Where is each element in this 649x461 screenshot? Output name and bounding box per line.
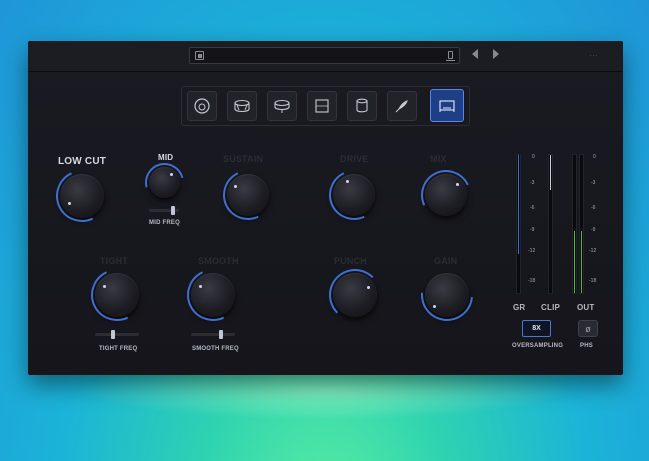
smooth-freq-slider[interactable] bbox=[191, 330, 235, 339]
scale-mid-0: 0 bbox=[532, 154, 535, 160]
tom-drum-icon bbox=[274, 99, 290, 113]
drum-overhead-icon bbox=[439, 99, 455, 112]
hand-drum-icon bbox=[356, 98, 368, 113]
gain-ring bbox=[410, 258, 484, 332]
scale-out-1: -3 bbox=[591, 180, 596, 186]
kick-drum-icon bbox=[194, 98, 210, 114]
mode-button-kick[interactable] bbox=[187, 91, 217, 121]
tight-freq-thumb[interactable] bbox=[111, 330, 115, 339]
plugin-window: ··· LOW CUT MID SUSTAIN DRIVE MIX MID FR… bbox=[28, 41, 623, 375]
scale-out-2: -6 bbox=[591, 205, 596, 211]
low-cut-knob[interactable] bbox=[48, 162, 116, 230]
oversampling-button[interactable]: 8X bbox=[522, 320, 551, 337]
scale-mid-4: -12 bbox=[528, 248, 536, 254]
smooth-label: SMOOTH bbox=[198, 256, 239, 266]
tight-freq-label: TIGHT FREQ bbox=[99, 346, 138, 352]
smooth-indicator bbox=[199, 285, 202, 288]
drive-label: DRIVE bbox=[340, 154, 369, 164]
clip-meter-fill bbox=[550, 155, 551, 190]
scale-mid-3: -9 bbox=[530, 227, 535, 233]
mix-label: MIX bbox=[430, 154, 447, 164]
mid-freq-slider[interactable] bbox=[149, 206, 179, 215]
tight-label: TIGHT bbox=[100, 256, 128, 266]
low-cut-indicator bbox=[68, 202, 71, 205]
menu-icon[interactable]: ··· bbox=[589, 50, 605, 60]
clip-label: CLIP bbox=[541, 303, 561, 312]
mode-button-frame[interactable] bbox=[307, 91, 337, 121]
phase-label: PHS bbox=[580, 343, 593, 349]
scale-out-3: -9 bbox=[591, 227, 596, 233]
low-cut-ring bbox=[48, 162, 116, 230]
frame-icon bbox=[315, 99, 329, 113]
smooth-knob[interactable] bbox=[179, 261, 247, 329]
scale-mid-5: -18 bbox=[528, 278, 536, 284]
mode-button-hand-drum[interactable] bbox=[347, 91, 377, 121]
scale-mid-2: -6 bbox=[530, 205, 535, 211]
punch-ring bbox=[329, 269, 381, 321]
gr-label: GR bbox=[513, 303, 526, 312]
mid-ring bbox=[137, 155, 192, 210]
feather-icon bbox=[395, 100, 408, 113]
gain-indicator bbox=[433, 305, 436, 308]
sustain-label: SUSTAIN bbox=[223, 154, 264, 164]
sustain-knob[interactable] bbox=[215, 162, 281, 228]
gain-knob[interactable] bbox=[410, 258, 484, 332]
mid-indicator bbox=[170, 173, 173, 176]
out-label: OUT bbox=[577, 303, 595, 312]
snare-drum-icon bbox=[234, 99, 250, 113]
mix-indicator bbox=[456, 183, 459, 186]
out-meter-left bbox=[572, 154, 577, 294]
out-meter-right bbox=[579, 154, 584, 294]
low-cut-label: LOW CUT bbox=[58, 156, 107, 167]
mid-freq-thumb[interactable] bbox=[171, 206, 175, 215]
mid-label: MID bbox=[158, 153, 174, 162]
tight-indicator bbox=[103, 285, 106, 288]
tight-knob[interactable] bbox=[83, 261, 151, 329]
mode-button-feather[interactable] bbox=[387, 91, 417, 121]
gr-meter-fill bbox=[518, 155, 519, 254]
scale-out-4: -12 bbox=[589, 248, 597, 254]
phase-invert-button[interactable]: ø bbox=[578, 320, 598, 337]
out-meter-left-fill bbox=[574, 231, 575, 293]
mid-freq-label: MID FREQ bbox=[149, 220, 180, 226]
gain-label: GAIN bbox=[434, 256, 458, 266]
top-bar: ··· bbox=[28, 41, 623, 72]
mix-ring bbox=[413, 162, 479, 228]
mode-button-tom[interactable] bbox=[267, 91, 297, 121]
punch-knob[interactable] bbox=[329, 269, 381, 321]
mode-toolbar bbox=[181, 86, 470, 126]
sustain-indicator bbox=[234, 185, 237, 188]
tight-ring bbox=[83, 261, 151, 329]
smooth-ring bbox=[179, 261, 247, 329]
preset-browser-icon[interactable] bbox=[195, 51, 204, 60]
mix-knob[interactable] bbox=[413, 162, 479, 228]
drive-knob[interactable] bbox=[321, 162, 387, 228]
out-meter-right-fill bbox=[581, 231, 582, 293]
save-preset-icon[interactable] bbox=[446, 51, 455, 61]
punch-indicator bbox=[367, 286, 370, 289]
phase-icon: ø bbox=[585, 323, 591, 334]
scale-out-0: 0 bbox=[593, 154, 596, 160]
clip-meter bbox=[548, 154, 553, 294]
smooth-freq-label: SMOOTH FREQ bbox=[192, 346, 239, 352]
sustain-ring bbox=[215, 162, 281, 228]
smooth-freq-thumb[interactable] bbox=[219, 330, 223, 339]
drive-indicator bbox=[346, 180, 349, 183]
drive-ring bbox=[321, 162, 387, 228]
mode-button-overhead[interactable] bbox=[430, 89, 464, 122]
mode-button-snare[interactable] bbox=[227, 91, 257, 121]
tight-freq-slider[interactable] bbox=[95, 330, 139, 339]
scale-out-5: -18 bbox=[589, 278, 597, 284]
next-preset-button[interactable] bbox=[493, 49, 499, 59]
mid-knob[interactable] bbox=[137, 155, 192, 210]
scale-mid-1: -3 bbox=[530, 180, 535, 186]
gr-meter bbox=[516, 154, 521, 294]
oversampling-label: OVERSAMPLING bbox=[512, 343, 564, 349]
previous-preset-button[interactable] bbox=[472, 49, 478, 59]
preset-field[interactable] bbox=[189, 47, 460, 64]
punch-label: PUNCH bbox=[334, 256, 368, 266]
